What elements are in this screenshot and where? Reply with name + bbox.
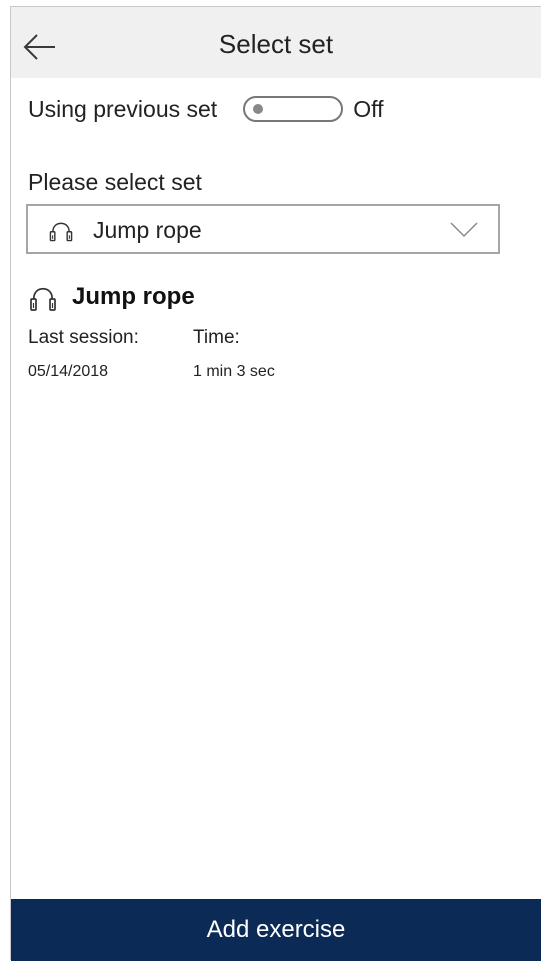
set-detail-header: Jump rope bbox=[26, 279, 195, 315]
time-value: 1 min 3 sec bbox=[193, 363, 275, 380]
header-bar: Select set bbox=[11, 7, 541, 78]
page-title: Select set bbox=[218, 29, 334, 59]
toggle-state-label: Off bbox=[353, 95, 384, 122]
chevron-down-icon bbox=[450, 222, 478, 238]
previous-set-label: Using previous set bbox=[28, 95, 218, 122]
dropdown-selected-value: Jump rope bbox=[93, 217, 202, 243]
previous-set-row: Using previous set Off bbox=[28, 89, 383, 129]
last-session-label: Last session: bbox=[28, 327, 139, 348]
jump-rope-icon bbox=[30, 287, 56, 311]
time-label: Time: bbox=[193, 327, 240, 348]
toggle-knob bbox=[253, 104, 264, 114]
previous-set-toggle[interactable] bbox=[243, 96, 344, 122]
app-window: Select set Using previous set Off Please… bbox=[10, 6, 541, 961]
jump-rope-icon bbox=[49, 222, 73, 242]
add-exercise-button[interactable]: Add exercise bbox=[11, 899, 541, 961]
set-name: Jump rope bbox=[72, 283, 195, 310]
select-set-label: Please select set bbox=[28, 169, 202, 195]
last-session-value: 05/14/2018 bbox=[28, 363, 109, 380]
set-dropdown[interactable]: Jump rope bbox=[26, 204, 500, 254]
